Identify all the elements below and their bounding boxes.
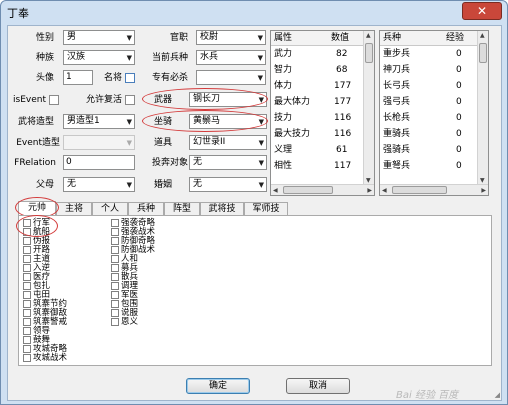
father-select[interactable]: 无 ▼ bbox=[63, 177, 135, 192]
item-label: 道具 bbox=[153, 138, 172, 148]
window-title: 丁奉 bbox=[7, 7, 29, 20]
is-event-label: isEvent bbox=[13, 95, 46, 105]
highlight-oval bbox=[16, 215, 58, 237]
chevron-down-icon: ▼ bbox=[258, 181, 264, 189]
defect-target-label: 投奔对象 bbox=[151, 158, 188, 168]
scroll-thumb[interactable] bbox=[392, 186, 447, 194]
skill-checkbox[interactable]: 攻城战术 bbox=[23, 354, 67, 363]
troop-table-vscrollbar[interactable]: ▲ ▼ bbox=[477, 31, 488, 185]
column-header[interactable]: 兵种 bbox=[383, 31, 401, 45]
skills-panel: 行军 航船 伪报 开路 主道 入逆 医疗 包扎 屯田 筑寨节约 筑寨御敌 筑寨警… bbox=[18, 215, 492, 366]
chevron-down-icon: ▼ bbox=[126, 118, 132, 126]
scroll-down-icon[interactable]: ▼ bbox=[480, 177, 485, 184]
chevron-down-icon: ▼ bbox=[126, 34, 132, 42]
gender-label: 性别 bbox=[35, 33, 54, 43]
scroll-up-icon[interactable]: ▲ bbox=[366, 32, 371, 39]
tab-main-general[interactable]: 主将 bbox=[56, 202, 92, 215]
watermark: Bai 经验 百度 bbox=[396, 390, 459, 401]
highlight-oval bbox=[142, 88, 268, 110]
cancel-button[interactable]: 取消 bbox=[286, 378, 350, 394]
scroll-thumb[interactable] bbox=[479, 43, 487, 63]
skill-checkbox[interactable]: 恩义 bbox=[111, 318, 138, 327]
race-select[interactable]: 汉族 ▼ bbox=[63, 50, 135, 65]
scroll-right-icon[interactable]: ▶ bbox=[367, 187, 372, 194]
portrait-label: 头像 bbox=[35, 73, 54, 83]
chevron-down-icon: ▼ bbox=[126, 54, 132, 62]
troop-select[interactable]: 水兵 ▼ bbox=[196, 50, 266, 65]
attribute-table-header: 属性 数值 bbox=[271, 31, 365, 46]
scroll-left-icon[interactable]: ◀ bbox=[273, 187, 278, 194]
ok-button[interactable]: 确定 bbox=[186, 378, 250, 394]
tab-strategist-skill[interactable]: 军师技 bbox=[244, 202, 288, 215]
event-model-label: Event造型 bbox=[16, 138, 60, 148]
chevron-down-icon: ▼ bbox=[258, 139, 264, 147]
troop-experience-table: 兵种 经验 重步兵 0 神刀兵 0 长弓兵 0 强弓兵 0 长枪兵 0 重骑兵 0 强骑兵 0… bbox=[379, 30, 489, 196]
official-label: 官职 bbox=[169, 33, 188, 43]
allow-revive-checkbox[interactable] bbox=[125, 95, 135, 105]
general-model-label: 武将造型 bbox=[17, 117, 54, 127]
column-header[interactable]: 属性 bbox=[274, 31, 292, 45]
troop-table-hscrollbar[interactable]: ◀ ▶ bbox=[380, 184, 488, 195]
chevron-down-icon: ▼ bbox=[257, 54, 263, 62]
tab-troop[interactable]: 兵种 bbox=[128, 202, 164, 215]
close-button[interactable]: ✕ bbox=[462, 2, 502, 20]
tab-general-skill[interactable]: 武将技 bbox=[200, 202, 244, 215]
title-bar: 丁奉 ✕ bbox=[1, 1, 507, 23]
official-select[interactable]: 校尉 ▼ bbox=[196, 30, 266, 45]
frelation-input[interactable]: 0 bbox=[63, 155, 135, 170]
highlight-oval bbox=[142, 110, 268, 132]
gender-select[interactable]: 男 ▼ bbox=[63, 30, 135, 45]
dialog-window: 丁奉 ✕ 性别 男 ▼ 官职 校尉 ▼ 种族 汉族 ▼ 当前兵种 水兵 ▼ 头像 1 名… bbox=[0, 0, 508, 405]
allow-revive-label: 允许复活 bbox=[85, 95, 122, 105]
column-header[interactable]: 经验 bbox=[446, 31, 464, 45]
chevron-down-icon: ▼ bbox=[258, 159, 264, 167]
attribute-table: 属性 数值 武力 82 智力 68 体力 177 最大体力 177 技力 116 最大技力… bbox=[270, 30, 375, 196]
attribute-table-vscrollbar[interactable]: ▲ ▼ bbox=[363, 31, 374, 185]
chevron-down-icon: ▼ bbox=[126, 181, 132, 189]
race-label: 种族 bbox=[35, 53, 54, 63]
scroll-right-icon[interactable]: ▶ bbox=[481, 187, 486, 194]
resize-grip-icon[interactable]: ◢ bbox=[495, 391, 500, 399]
portrait-input[interactable]: 1 bbox=[63, 70, 93, 85]
tab-formation[interactable]: 阵型 bbox=[164, 202, 200, 215]
scroll-down-icon[interactable]: ▼ bbox=[366, 177, 371, 184]
spouse-label: 婚姻 bbox=[153, 180, 172, 190]
tab-personal[interactable]: 个人 bbox=[92, 202, 128, 215]
scroll-up-icon[interactable]: ▲ bbox=[480, 32, 485, 39]
troop-table-header: 兵种 经验 bbox=[380, 31, 479, 46]
famous-label: 名将 bbox=[103, 73, 122, 83]
column-header[interactable]: 数值 bbox=[331, 31, 349, 45]
scroll-thumb[interactable] bbox=[283, 186, 333, 194]
general-model-select[interactable]: 男造型1 ▼ bbox=[63, 114, 135, 129]
chevron-down-icon: ▼ bbox=[257, 34, 263, 42]
famous-checkbox[interactable] bbox=[125, 73, 135, 83]
spouse-select[interactable]: 无 ▼ bbox=[189, 177, 267, 192]
troop-label: 当前兵种 bbox=[151, 53, 188, 63]
frelation-label: FRelation bbox=[14, 158, 56, 168]
chevron-down-icon: ▼ bbox=[126, 139, 132, 147]
scroll-thumb[interactable] bbox=[365, 43, 373, 63]
event-model-select[interactable]: ▼ bbox=[63, 135, 135, 150]
is-event-checkbox[interactable] bbox=[49, 95, 59, 105]
defect-target-select[interactable]: 无 ▼ bbox=[189, 155, 267, 170]
dialog-client-area: 性别 男 ▼ 官职 校尉 ▼ 种族 汉族 ▼ 当前兵种 水兵 ▼ 头像 1 名将 专有必… bbox=[7, 25, 502, 401]
chevron-down-icon: ▼ bbox=[257, 74, 263, 82]
scroll-left-icon[interactable]: ◀ bbox=[382, 187, 387, 194]
father-label: 父母 bbox=[35, 180, 54, 190]
item-select[interactable]: 幻世录II ▼ bbox=[189, 135, 267, 150]
must-kill-select[interactable]: ▼ bbox=[196, 70, 266, 85]
attribute-table-hscrollbar[interactable]: ◀ ▶ bbox=[271, 184, 374, 195]
must-kill-label: 专有必杀 bbox=[151, 73, 188, 83]
